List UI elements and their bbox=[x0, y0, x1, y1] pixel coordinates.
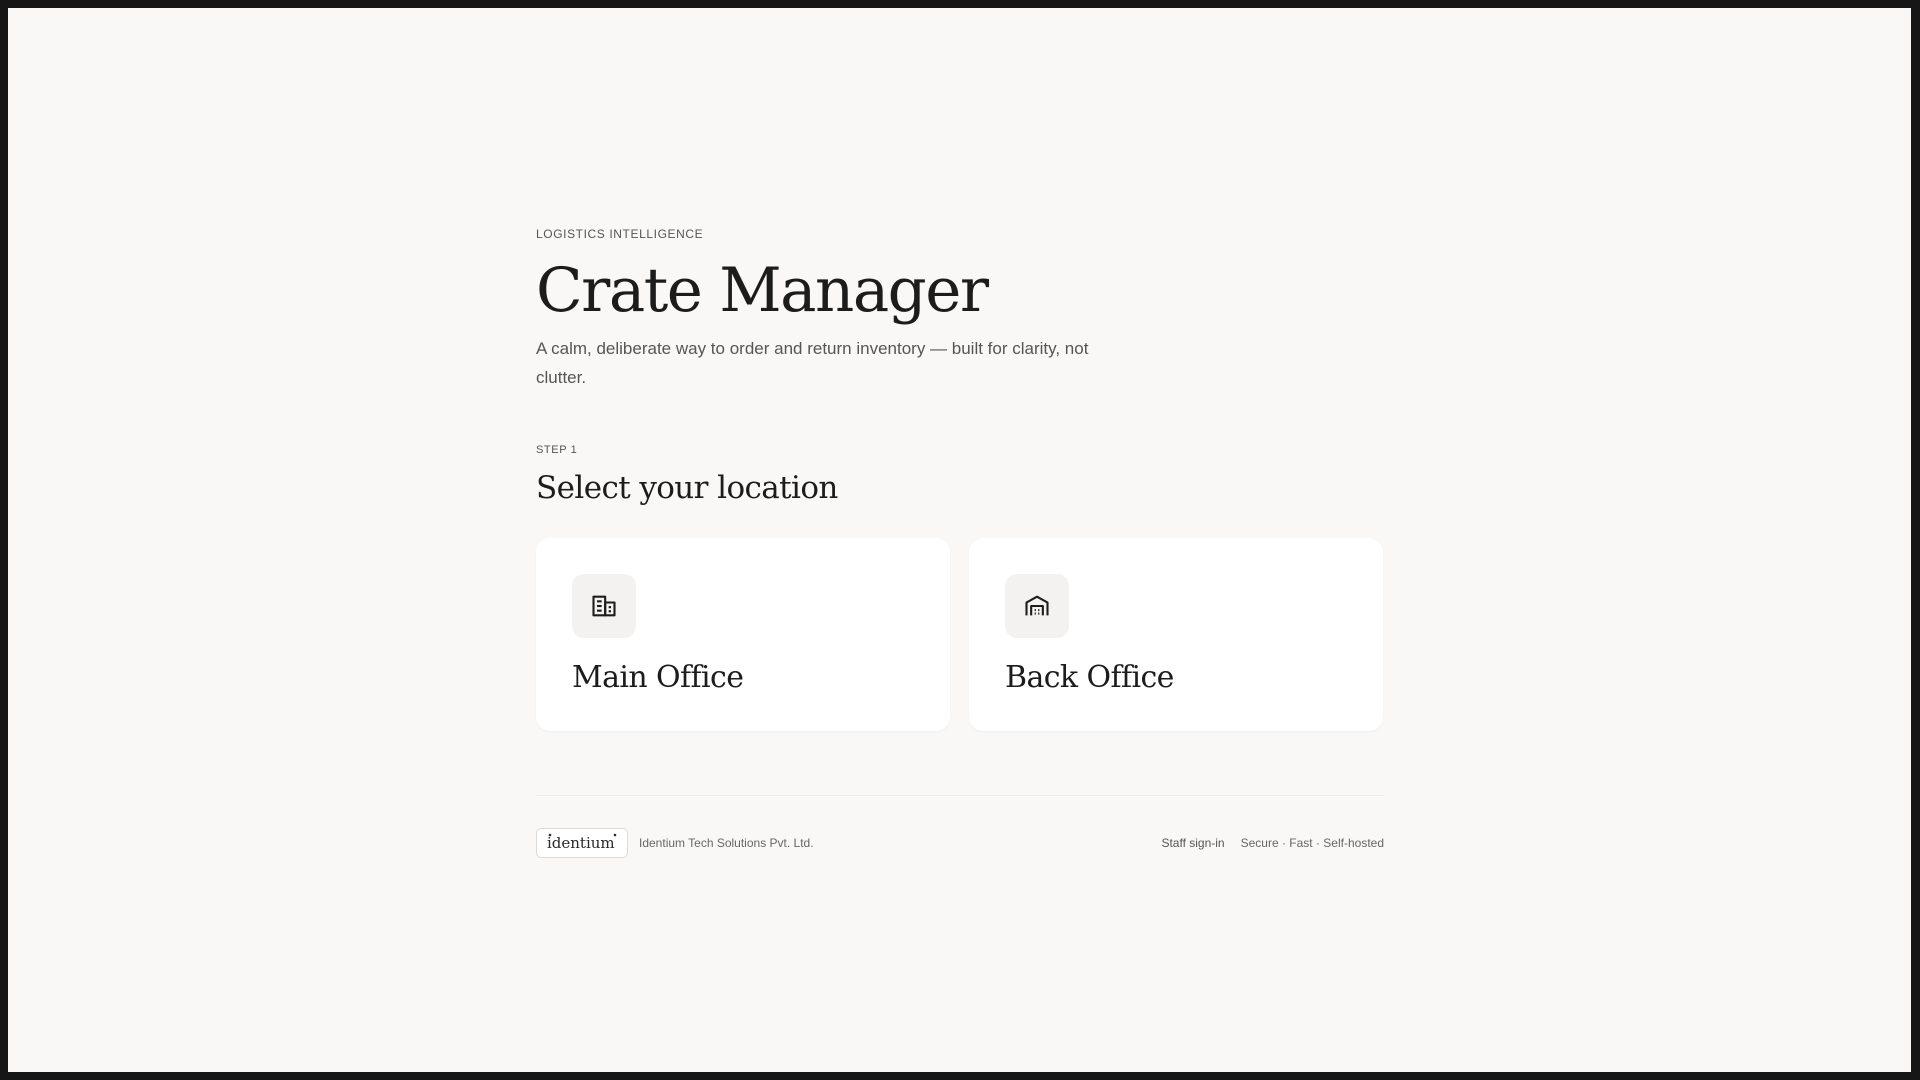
footer-divider bbox=[536, 795, 1384, 796]
building-icon bbox=[572, 574, 636, 638]
location-card-main-office[interactable]: Main Office bbox=[536, 538, 950, 731]
company-logo: identium bbox=[536, 828, 628, 858]
app-window: LOGISTICS INTELLIGENCE Crate Manager A c… bbox=[8, 8, 1911, 1072]
tagline: Secure · Fast · Self-hosted bbox=[1240, 836, 1384, 850]
staff-sign-in-link[interactable]: Staff sign-in bbox=[1161, 836, 1224, 850]
page-title: Crate Manager bbox=[536, 255, 989, 326]
location-label: Back Office bbox=[1005, 660, 1174, 695]
footer-meta: Staff sign-in Secure · Fast · Self-hoste… bbox=[1161, 836, 1384, 850]
warehouse-icon bbox=[1005, 574, 1069, 638]
identium-logo-icon: identium bbox=[547, 833, 617, 852]
location-cards: Main Office Back Office bbox=[536, 538, 1384, 731]
company-name: Identium Tech Solutions Pvt. Ltd. bbox=[639, 836, 814, 850]
footer-brand: identium Identium Tech Solutions Pvt. Lt… bbox=[536, 828, 814, 858]
footer: identium Identium Tech Solutions Pvt. Lt… bbox=[536, 827, 1384, 859]
eyebrow-label: LOGISTICS INTELLIGENCE bbox=[536, 227, 704, 241]
page-subtitle: A calm, deliberate way to order and retu… bbox=[536, 339, 1089, 387]
main-content: LOGISTICS INTELLIGENCE Crate Manager A c… bbox=[536, 226, 1384, 859]
location-label: Main Office bbox=[572, 660, 744, 695]
step-title: Select your location bbox=[536, 470, 838, 506]
location-card-back-office[interactable]: Back Office bbox=[969, 538, 1383, 731]
svg-text:identium: identium bbox=[547, 834, 615, 852]
step-label: STEP 1 bbox=[536, 444, 578, 456]
